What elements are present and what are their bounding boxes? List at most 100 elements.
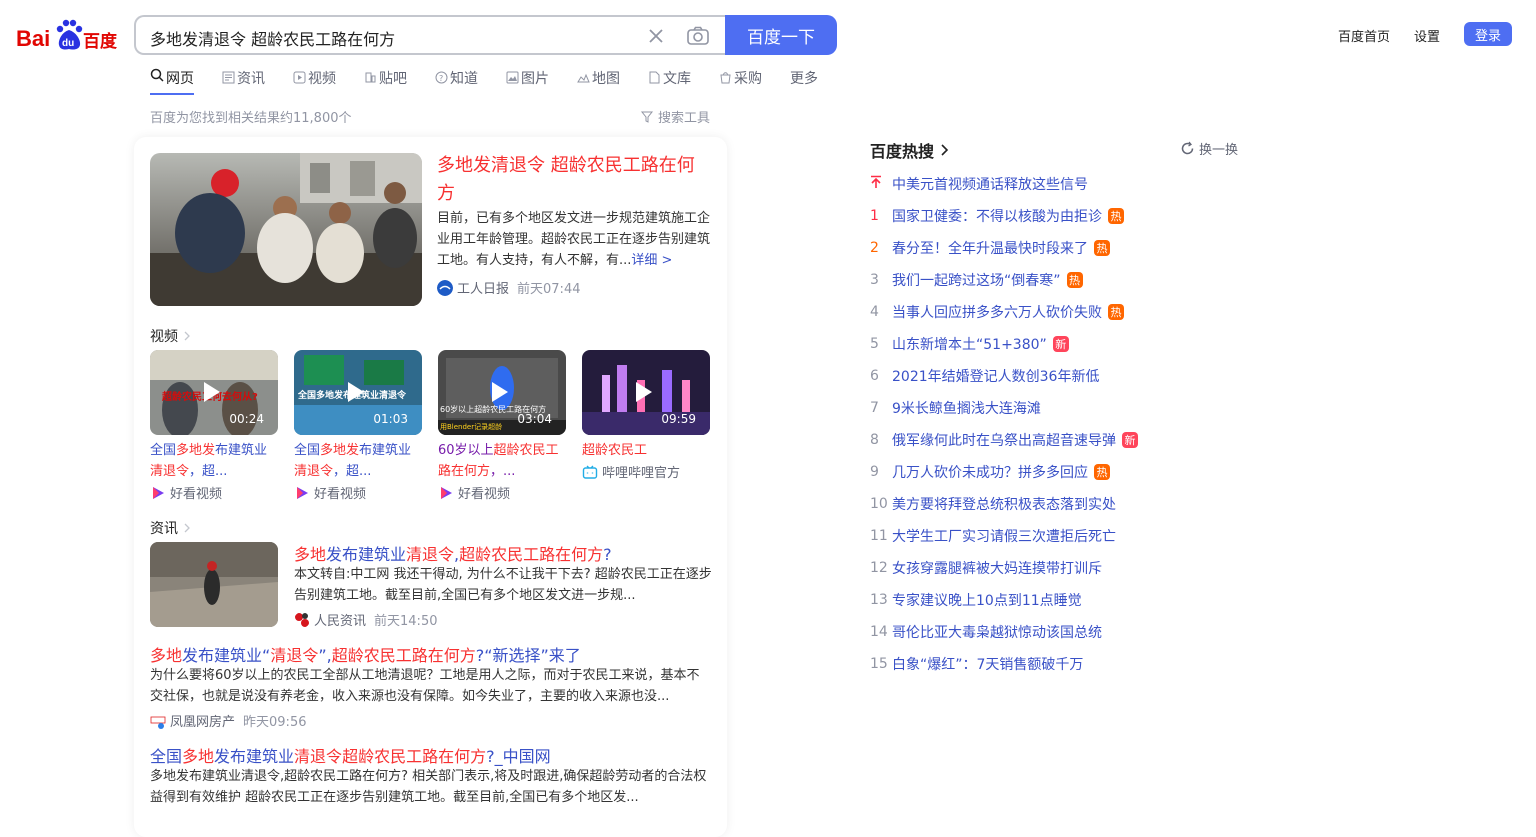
- camera-icon[interactable]: [685, 23, 711, 49]
- haokan-icon: [297, 486, 308, 499]
- shopping-icon: [720, 72, 731, 84]
- chevron-right-icon: [184, 331, 190, 341]
- tab-video[interactable]: 视频: [293, 67, 336, 88]
- hot-item[interactable]: 3 我们一起跨过这场“倒春寒” 热: [870, 264, 1250, 296]
- tab-tieba[interactable]: 贴吧: [364, 67, 407, 88]
- search-input[interactable]: 多地发清退令 超龄农民工路在何方: [134, 15, 727, 55]
- map-icon: [577, 73, 590, 83]
- baidu-logo[interactable]: Bai du 百度: [16, 18, 118, 52]
- tab-image[interactable]: 图片: [506, 67, 549, 88]
- ifeng-icon: [150, 716, 166, 729]
- chevron-right-icon: [184, 523, 190, 533]
- svg-text:Bai: Bai: [16, 26, 50, 51]
- settings-link[interactable]: 设置: [1414, 26, 1440, 45]
- search-button[interactable]: 百度一下: [725, 15, 837, 55]
- baidu-home-link[interactable]: 百度首页: [1338, 26, 1390, 45]
- news-title[interactable]: 全国多地发布建筑业清退令超龄农民工路在何方?_中国网: [150, 743, 551, 767]
- svg-text:du: du: [62, 38, 74, 49]
- haokan-icon: [153, 486, 164, 499]
- video-thumbnail[interactable]: 全国多地发布建筑业清退令 01:03: [294, 350, 422, 435]
- search-tools-button[interactable]: 搜索工具: [640, 107, 710, 126]
- news-icon: [222, 71, 235, 84]
- svg-text:百度: 百度: [83, 31, 118, 52]
- pinned-icon: [870, 175, 892, 193]
- news-summary: 多地发布建筑业清退令,超龄农民工路在何方? 相关部门表示,将及时跟进,确保超龄劳…: [150, 769, 707, 805]
- top-result-summary: 目前，已有多个地区发文进一步规范建筑施工企业用工年龄管理。超龄农民工正在逐步告别…: [437, 211, 711, 268]
- tieba-icon: [365, 72, 376, 83]
- new-badge: 新: [1122, 432, 1138, 448]
- news-source[interactable]: 人民资讯 前天14:50: [294, 610, 437, 629]
- video-card[interactable]: 全国多地发布建筑业清退令 01:03 全国多地发布建筑业清退令，超... 好看视…: [294, 350, 422, 502]
- video-thumbnail[interactable]: 09:59: [582, 350, 710, 435]
- news-image[interactable]: [150, 542, 278, 627]
- hot-search-title[interactable]: 百度热搜: [870, 138, 951, 162]
- video-source: 好看视频: [150, 483, 278, 502]
- document-icon: [649, 71, 660, 84]
- news-source[interactable]: 凤凰网房产 昨天09:56: [150, 711, 306, 730]
- image-icon: [506, 71, 519, 84]
- question-icon: ?: [435, 71, 448, 84]
- news-title[interactable]: 多地发布建筑业“清退令”,超龄农民工路在何方?“新选择”来了: [150, 642, 581, 666]
- top-result-title[interactable]: 多地发清退令 超龄农民工路在何方: [437, 152, 709, 208]
- hot-badge: 热: [1108, 304, 1124, 320]
- video-card[interactable]: 超龄农民工何去何从? 00:24 全国多地发布建筑业清退令，超... 好看视频: [150, 350, 278, 502]
- tab-news[interactable]: 资讯: [222, 67, 265, 88]
- hot-item[interactable]: 4 当事人回应拼多多六万人砍价失败 热: [870, 296, 1250, 328]
- new-badge: 新: [1052, 336, 1069, 352]
- video-source: 好看视频: [294, 483, 422, 502]
- video-card[interactable]: 09:59 超龄农民工 哔哩哔哩官方: [582, 350, 710, 481]
- hot-item[interactable]: 6 2021年结婚登记人数创36年新低: [870, 360, 1250, 392]
- video-card[interactable]: 60岁以上超龄农民工路在何方 用Blender记录超龄 03:04 60岁以上超龄…: [438, 350, 566, 502]
- hot-item[interactable]: 10 美方要将拜登总统积极表态落到实处: [870, 488, 1250, 520]
- tab-web[interactable]: 网页: [150, 67, 194, 95]
- video-thumbnail[interactable]: 60岁以上超龄农民工路在何方 用Blender记录超龄 03:04: [438, 350, 566, 435]
- tab-wenku[interactable]: 文库: [648, 67, 691, 88]
- hot-item[interactable]: 5 山东新增本土“51+380” 新: [870, 328, 1250, 360]
- hot-item[interactable]: 1 国家卫健委：不得以核酸为由拒诊 热: [870, 200, 1250, 232]
- hot-item[interactable]: 14 哥伦比亚大毒枭越狱惊动该国总统: [870, 616, 1250, 648]
- video-title[interactable]: 60岁以上超龄农民工路在何方，...: [438, 440, 566, 482]
- details-link[interactable]: 详细 >: [631, 253, 672, 268]
- news-title[interactable]: 多地发布建筑业清退令,超龄农民工路在何方?: [294, 541, 612, 565]
- play-icon: [204, 382, 220, 402]
- hot-item[interactable]: 15 白象“爆红”：7天销售额破千万: [870, 648, 1250, 680]
- hot-item[interactable]: 9 几万人砍价未成功？拼多多回应 热: [870, 456, 1250, 488]
- news-section-label[interactable]: 资讯: [150, 518, 193, 538]
- hot-badge: 热: [1066, 272, 1083, 288]
- video-duration: 09:59: [661, 412, 696, 426]
- hot-item[interactable]: 13 专家建议晚上10点到11点睡觉: [870, 584, 1250, 616]
- hot-item[interactable]: 12 女孩穿露腿裤被大妈连摸带打训斥: [870, 552, 1250, 584]
- top-result-image[interactable]: [150, 153, 422, 306]
- login-button[interactable]: 登录: [1464, 22, 1512, 46]
- hot-badge: 热: [1108, 208, 1124, 224]
- news-summary: 为什么要将60岁以上的农民工全部从工地清退呢？工地是用人之际，而对于农民工来说，…: [150, 668, 700, 704]
- result-count: 百度为您找到相关结果约11,800个: [150, 111, 352, 126]
- hot-item[interactable]: 2 春分至！全年升温最快时段来了 热: [870, 232, 1250, 264]
- svg-text:?: ?: [439, 74, 443, 83]
- hot-item[interactable]: 8 俄军缘何此时在乌祭出高超音速导弹 新: [870, 424, 1250, 456]
- refresh-button[interactable]: 换一换: [1180, 139, 1238, 158]
- tab-zhidao[interactable]: ? 知道: [435, 67, 478, 88]
- video-title[interactable]: 全国多地发布建筑业清退令，超...: [150, 440, 278, 482]
- clear-icon[interactable]: [644, 24, 668, 48]
- hot-item[interactable]: 中美元首视频通话释放这些信号: [870, 168, 1250, 200]
- tab-purchase[interactable]: 采购: [719, 67, 762, 88]
- video-title[interactable]: 超龄农民工: [582, 440, 710, 461]
- video-thumbnail[interactable]: 超龄农民工何去何从? 00:24: [150, 350, 278, 435]
- video-duration: 03:04: [517, 412, 552, 426]
- play-icon: [348, 382, 364, 402]
- hot-item[interactable]: 11 大学生工厂实习请假三次遭拒后死亡: [870, 520, 1250, 552]
- video-duration: 01:03: [373, 412, 408, 426]
- video-source: 哔哩哔哩官方: [582, 462, 710, 481]
- tab-map[interactable]: 地图: [577, 67, 620, 88]
- hot-item[interactable]: 7 9米长鲸鱼搁浅大连海滩: [870, 392, 1250, 424]
- workers-daily-icon: [437, 279, 453, 296]
- video-title[interactable]: 全国多地发布建筑业清退令，超...: [294, 440, 422, 482]
- video-icon: [293, 71, 306, 84]
- video-section-label[interactable]: 视频: [150, 326, 193, 346]
- top-result-source[interactable]: 工人日报 前天07:44: [437, 278, 580, 297]
- search-query-text[interactable]: 多地发清退令 超龄农民工路在何方: [150, 26, 395, 50]
- news-summary: 本文转自:中工网 我还干得动, 为什么不让我干下去? 超龄农民工正在逐步告别建筑…: [294, 567, 712, 603]
- tab-more[interactable]: 更多: [790, 67, 818, 88]
- play-icon: [492, 382, 508, 402]
